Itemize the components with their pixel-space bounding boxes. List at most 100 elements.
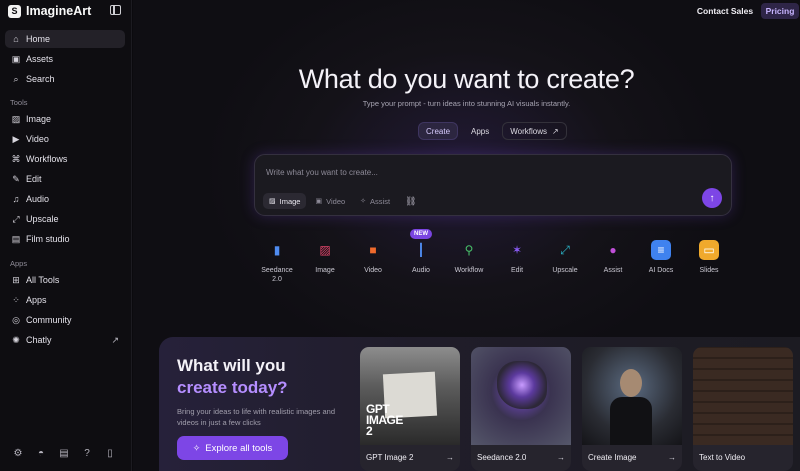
mobile-icon[interactable]: ▯ xyxy=(104,447,116,459)
sidebar-item-search[interactable]: ⌕ Search xyxy=(5,70,125,88)
sidebar-item-edit[interactable]: ✎ Edit xyxy=(5,170,125,188)
prompt-mode-selector: ▨ Image ▣ Video ✧ Assist ⛓ xyxy=(263,193,416,209)
apps-icon: ⁘ xyxy=(12,294,20,305)
sidebar-item-community[interactable]: ◎ Community xyxy=(5,311,125,329)
sidebar-item-home[interactable]: ⌂ Home xyxy=(5,30,125,48)
sidebar-item-label: Search xyxy=(26,74,55,84)
edit-icon: ✎ xyxy=(12,173,20,184)
tool-label: Edit xyxy=(510,267,524,274)
app-name: ImagineArt xyxy=(26,4,92,18)
card-create-image[interactable]: Create Image → xyxy=(582,347,682,471)
contact-sales-button[interactable]: Contact Sales xyxy=(693,3,757,19)
mode-label: Assist xyxy=(370,196,391,206)
main-content: Contact Sales Pricing What do you want t… xyxy=(133,0,800,471)
sidebar-item-film-studio[interactable]: ▤ Film studio xyxy=(5,230,125,248)
mode-image[interactable]: ▨ Image xyxy=(263,193,307,209)
tool-slides[interactable]: ▭ Slides xyxy=(685,240,733,275)
sidebar-item-label: Apps xyxy=(26,295,47,305)
sidebar-toggle-icon[interactable] xyxy=(110,5,121,15)
tab-apps[interactable]: Apps xyxy=(464,122,496,140)
mode-video[interactable]: ▣ Video xyxy=(309,193,351,209)
tool-edit[interactable]: ✶ Edit xyxy=(493,240,541,275)
sidebar-item-label: Home xyxy=(26,34,51,44)
sidebar-item-label: Upscale xyxy=(26,214,59,224)
card-gpt-image-2[interactable]: GPT IMAGE 2 GPT Image 2 → xyxy=(360,347,460,471)
assist-icon: ● xyxy=(609,243,617,257)
sidebar-item-apps[interactable]: ⁘ Apps xyxy=(5,291,125,309)
sidebar-item-audio[interactable]: ♫ Audio xyxy=(5,190,125,208)
section-label-apps: Apps xyxy=(10,259,28,268)
sidebar-item-video[interactable]: ▶ Video xyxy=(5,130,125,148)
video-icon: ▣ xyxy=(315,198,323,205)
external-link-icon: ↗ xyxy=(552,126,559,136)
settings-icon[interactable]: ⚙ xyxy=(12,447,24,459)
sidebar-item-image[interactable]: ▨ Image xyxy=(5,110,125,128)
tool-image[interactable]: ▨ Image xyxy=(301,240,349,275)
mode-assist[interactable]: ✧ Assist xyxy=(354,193,396,209)
prompt-input[interactable]: Write what you want to create... ▨ Image … xyxy=(254,154,732,216)
sidebar-item-label: Film studio xyxy=(26,234,70,244)
card-thumbnail xyxy=(582,347,682,445)
tool-workflow[interactable]: ⚲ Workflow xyxy=(445,240,493,275)
card-label: GPT Image 2 xyxy=(366,453,414,462)
card-thumbnail xyxy=(693,347,793,445)
tools-row: ▮ Seedance 2.0 ▨ Image ■ Video ┃ Audio ⚲… xyxy=(253,240,733,292)
external-link-icon: ↗ xyxy=(111,334,119,345)
prompt-placeholder: Write what you want to create... xyxy=(266,168,378,177)
card-seedance-2[interactable]: Seedance 2.0 → xyxy=(471,347,571,471)
glowing-rock-image xyxy=(497,361,547,409)
sidebar-item-label: Image xyxy=(26,114,52,124)
sidebar-item-label: Chatly xyxy=(26,335,52,345)
tab-workflows[interactable]: Workflows ↗ xyxy=(502,122,567,140)
card-text-to-video[interactable]: Text to Video xyxy=(693,347,793,471)
mode-label: Image xyxy=(279,196,301,206)
arrow-right-icon: → xyxy=(446,453,454,462)
tool-video[interactable]: ■ Video xyxy=(349,240,397,275)
card-label: Seedance 2.0 xyxy=(477,453,527,462)
workflow-icon: ⚲ xyxy=(464,243,474,257)
pricing-button[interactable]: Pricing xyxy=(761,3,799,19)
send-button[interactable]: ↑ xyxy=(702,188,722,208)
docs-icon: ≡ xyxy=(651,240,671,260)
button-label: Explore all tools xyxy=(205,442,273,454)
search-icon: ⌕ xyxy=(13,73,19,84)
attach-link-icon[interactable]: ⛓ xyxy=(405,196,416,207)
sparkle-icon: ✧ xyxy=(192,442,201,453)
tool-label: Seedance 2.0 xyxy=(261,267,293,283)
help-icon[interactable]: ? xyxy=(81,447,93,459)
seedance-icon: ▮ xyxy=(273,243,281,257)
tab-create[interactable]: Create xyxy=(418,122,459,140)
tool-assist[interactable]: ● Assist xyxy=(589,240,637,275)
tool-ai-docs[interactable]: ≡ AI Docs xyxy=(637,240,685,275)
explore-all-tools-button[interactable]: ✧ Explore all tools xyxy=(177,436,288,460)
tool-upscale[interactable]: ⤢ Upscale xyxy=(541,240,589,275)
film-icon: ▤ xyxy=(11,233,21,244)
sidebar-item-workflows[interactable]: ⌘ Workflows xyxy=(5,150,125,168)
sidebar-item-label: Edit xyxy=(26,174,42,184)
sparkle-icon: ✧ xyxy=(360,198,367,205)
image-icon: ▨ xyxy=(269,198,276,205)
promo-title-line1: What will you xyxy=(177,356,286,375)
sidebar-item-all-tools[interactable]: ⊞ All Tools xyxy=(5,271,125,289)
sidebar-item-upscale[interactable]: ⤢ Upscale xyxy=(5,210,125,228)
sidebar-item-chatly[interactable]: ✺ Chatly ↗ xyxy=(5,331,125,349)
assets-icon: ▣ xyxy=(11,53,21,64)
card-label: Create Image xyxy=(588,453,637,462)
mode-tabs: Create Apps Workflows ↗ xyxy=(418,122,567,140)
person-face xyxy=(620,369,642,397)
sidebar-item-assets[interactable]: ▣ Assets xyxy=(5,50,125,68)
promo-title-line2: create today? xyxy=(177,378,288,397)
docs-icon[interactable]: ▤ xyxy=(58,447,70,459)
page-title: What do you want to create? xyxy=(298,64,635,94)
chatly-icon: ✺ xyxy=(12,334,20,345)
tab-label: Create xyxy=(426,126,451,136)
card-thumbnail: GPT IMAGE 2 xyxy=(360,347,460,445)
sidebar-item-label: Workflows xyxy=(26,154,68,164)
logo[interactable]: S ImagineArt xyxy=(8,3,124,19)
discord-icon[interactable]: ◓ xyxy=(35,447,47,459)
new-badge: NEW xyxy=(410,229,432,239)
tool-seedance[interactable]: ▮ Seedance 2.0 xyxy=(253,240,301,284)
tool-audio[interactable]: ┃ Audio xyxy=(397,240,445,275)
sidebar-item-label: Assets xyxy=(26,54,54,64)
home-icon: ⌂ xyxy=(13,34,19,44)
